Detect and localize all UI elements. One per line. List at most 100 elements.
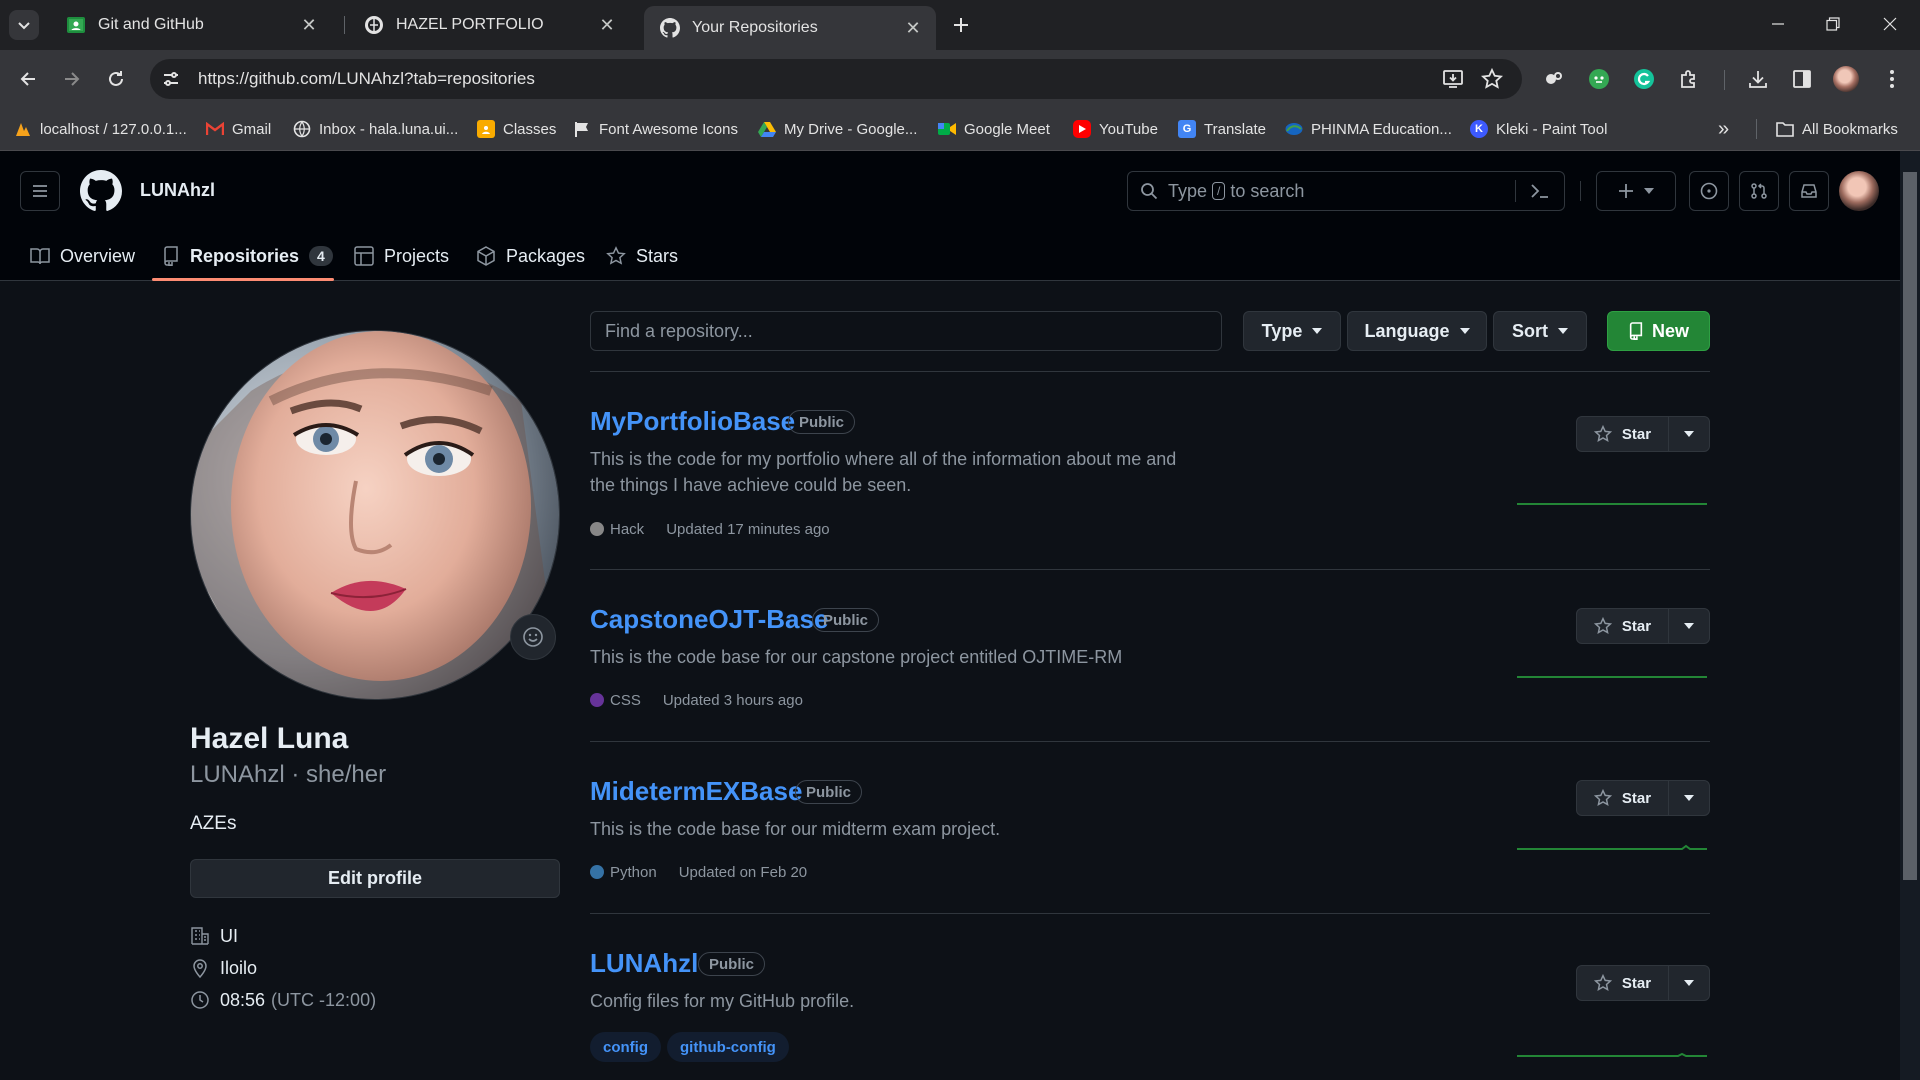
folder-icon — [1776, 120, 1794, 138]
minimize-button[interactable] — [1758, 8, 1798, 40]
star-list-dropdown[interactable] — [1669, 966, 1709, 1000]
grammarly-button[interactable] — [1628, 63, 1660, 95]
bookmark-label: Translate — [1204, 120, 1266, 138]
command-palette-icon[interactable] — [1530, 182, 1550, 200]
bookmark-google-meet[interactable]: Google Meet — [938, 118, 1050, 140]
reload-button[interactable] — [100, 63, 132, 95]
star-button[interactable]: Star — [1577, 966, 1669, 1000]
bookmark-star-button[interactable] — [1481, 68, 1503, 90]
bookmark-phinma[interactable]: PHINMA Education... — [1285, 118, 1452, 140]
topic-tag[interactable]: config — [590, 1032, 661, 1062]
inbox-button[interactable] — [1789, 171, 1829, 211]
browser-menu-button[interactable] — [1876, 63, 1908, 95]
tab-search-button[interactable] — [9, 10, 39, 40]
search-shortcut-key: / — [1212, 182, 1226, 200]
repo-name-link[interactable]: CapstoneOJT-Base — [590, 604, 828, 635]
tab-overview[interactable]: Overview — [30, 231, 135, 281]
star-list-dropdown[interactable] — [1669, 417, 1709, 451]
profile-button[interactable] — [1830, 63, 1862, 95]
repo-topics: config github-config — [590, 1032, 795, 1062]
repo-name-link[interactable]: LUNAhzl — [590, 948, 698, 979]
bookmark-font-awesome[interactable]: Font Awesome Icons — [573, 118, 738, 140]
timezone-text: (UTC -12:00) — [271, 989, 377, 1010]
minimize-icon — [1772, 23, 1784, 25]
sort-button[interactable]: Sort — [1493, 311, 1587, 351]
repo-meta: CSS Updated 3 hours ago — [590, 689, 803, 711]
pull-requests-button[interactable] — [1739, 171, 1779, 211]
issues-button[interactable] — [1689, 171, 1729, 211]
bookmark-classes[interactable]: Classes — [477, 118, 556, 140]
repo-meta: Python Updated on Feb 20 — [590, 861, 807, 883]
meet-icon — [938, 120, 956, 138]
tab-stars[interactable]: Stars — [606, 231, 678, 281]
tab-projects[interactable]: Projects — [354, 231, 449, 281]
tab-packages[interactable]: Packages — [476, 231, 585, 281]
restore-button[interactable] — [1813, 8, 1853, 40]
install-app-button[interactable] — [1442, 68, 1464, 90]
language-filter-button[interactable]: Language — [1347, 311, 1487, 351]
create-new-button[interactable] — [1596, 171, 1676, 211]
github-header: LUNAhzl Type / to search Overview Reposi… — [0, 151, 1900, 281]
close-tab-icon[interactable]: ✕ — [598, 15, 616, 35]
tab-repositories[interactable]: Repositories 4 — [162, 231, 333, 281]
set-status-button[interactable] — [510, 614, 556, 660]
bookmark-label: localhost / 127.0.0.1... — [40, 120, 187, 138]
tab-label: Stars — [636, 245, 679, 266]
bookmark-localhost[interactable]: localhost / 127.0.0.1... — [14, 118, 187, 140]
back-button[interactable] — [12, 63, 44, 95]
address-bar[interactable]: https://github.com/LUNAhzl?tab=repositor… — [150, 59, 1522, 99]
star-list-dropdown[interactable] — [1669, 781, 1709, 815]
bookmark-gmail[interactable]: Gmail — [206, 118, 271, 140]
tab-separator — [344, 16, 345, 34]
side-panel-button[interactable] — [1786, 63, 1818, 95]
more-bookmarks-button[interactable]: » — [1718, 118, 1729, 140]
tab-git-and-github[interactable]: Git and GitHub ✕ — [50, 6, 332, 44]
global-nav-menu-button[interactable] — [20, 171, 60, 211]
all-bookmarks-button[interactable]: All Bookmarks — [1776, 118, 1898, 140]
activity-sparkline — [1517, 844, 1707, 850]
close-tab-icon[interactable]: ✕ — [904, 18, 922, 38]
repo-description: This is the code for my portfolio where … — [590, 449, 1177, 495]
type-filter-label: Type — [1261, 320, 1303, 341]
close-icon — [1883, 17, 1897, 31]
star-button[interactable]: Star — [1577, 417, 1669, 451]
bookmark-kleki[interactable]: K Kleki - Paint Tool — [1470, 118, 1607, 140]
star-list-dropdown[interactable] — [1669, 609, 1709, 643]
bookmark-youtube[interactable]: YouTube — [1073, 118, 1158, 140]
forward-button[interactable] — [56, 63, 88, 95]
visibility-badge: Public — [788, 410, 856, 434]
repo-name-link[interactable]: MyPortfolioBase — [590, 406, 795, 437]
repo-language: Python — [610, 863, 657, 881]
star-button[interactable]: Star — [1577, 609, 1669, 643]
site-info-button[interactable] — [154, 62, 188, 96]
new-repository-button[interactable]: New — [1607, 311, 1710, 351]
find-repository-input[interactable] — [590, 311, 1222, 351]
repo-icon — [1629, 322, 1643, 340]
page-scrollbar-thumb[interactable] — [1903, 172, 1917, 880]
close-tab-icon[interactable]: ✕ — [300, 15, 318, 35]
close-window-button[interactable] — [1870, 8, 1910, 40]
tab-hazel-portfolio[interactable]: HAZEL PORTFOLIO ✕ — [348, 6, 630, 44]
github-logo-icon[interactable] — [80, 170, 122, 212]
type-filter-button[interactable]: Type — [1243, 311, 1341, 351]
search-input[interactable]: Type / to search — [1127, 171, 1565, 211]
owner-context-link[interactable]: LUNAhzl — [140, 180, 215, 201]
activity-sparkline — [1517, 503, 1707, 505]
repo-updated: Updated 17 minutes ago — [666, 520, 830, 538]
bookmark-inbox[interactable]: Inbox - hala.luna.ui... — [293, 118, 458, 140]
repo-name-link[interactable]: MidetermEXBase — [590, 776, 802, 807]
topic-tag[interactable]: github-config — [667, 1032, 789, 1062]
edit-profile-button[interactable]: Edit profile — [190, 859, 560, 898]
bookmark-translate[interactable]: G Translate — [1178, 118, 1266, 140]
extensions-button[interactable] — [1673, 63, 1705, 95]
bookmark-drive[interactable]: My Drive - Google... — [758, 118, 917, 140]
user-avatar[interactable] — [1839, 171, 1879, 211]
downloads-button[interactable] — [1742, 63, 1774, 95]
profile-avatar[interactable] — [190, 330, 560, 700]
extension-button[interactable] — [1583, 63, 1615, 95]
star-button[interactable]: Star — [1577, 781, 1669, 815]
tab-your-repositories[interactable]: Your Repositories ✕ — [644, 6, 936, 50]
extension-button[interactable] — [1538, 63, 1570, 95]
new-tab-button[interactable] — [948, 12, 974, 38]
download-icon — [1749, 71, 1767, 88]
